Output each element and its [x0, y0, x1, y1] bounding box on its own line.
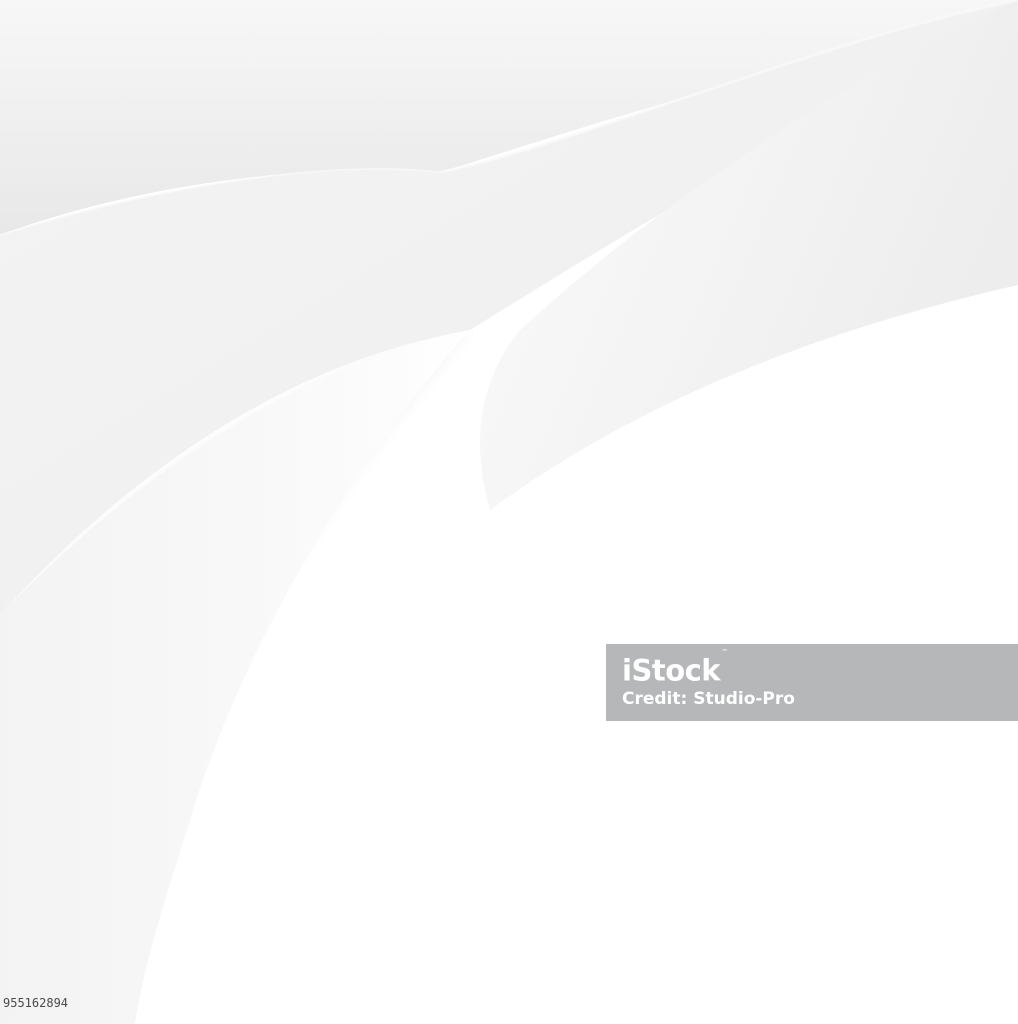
image-id-label: 955162894: [0, 993, 72, 1014]
abstract-wave-background: [0, 0, 1018, 1024]
istock-logo: iStock™: [622, 648, 728, 689]
credit-text: Credit: Studio-Pro: [622, 689, 795, 709]
logo-text: iStock: [622, 653, 721, 688]
watermark-band: iStock™ Credit: Studio-Pro: [606, 644, 1018, 721]
stock-image: iStock™ Credit: Studio-Pro 955162894: [0, 0, 1018, 1024]
trademark-mark: ™: [721, 648, 728, 656]
